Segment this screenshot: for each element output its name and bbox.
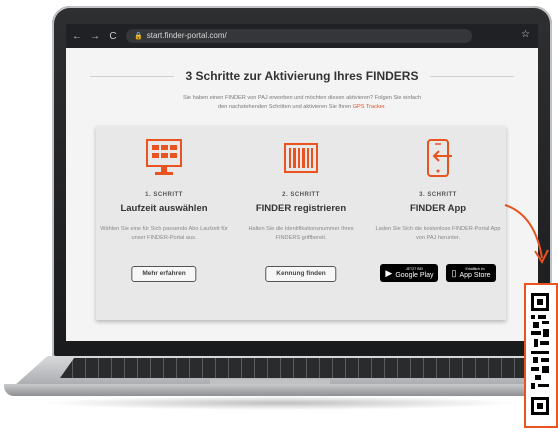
qr-code[interactable] <box>524 283 558 428</box>
qr-code-icon <box>531 293 549 415</box>
curved-arrow-icon <box>504 204 549 265</box>
